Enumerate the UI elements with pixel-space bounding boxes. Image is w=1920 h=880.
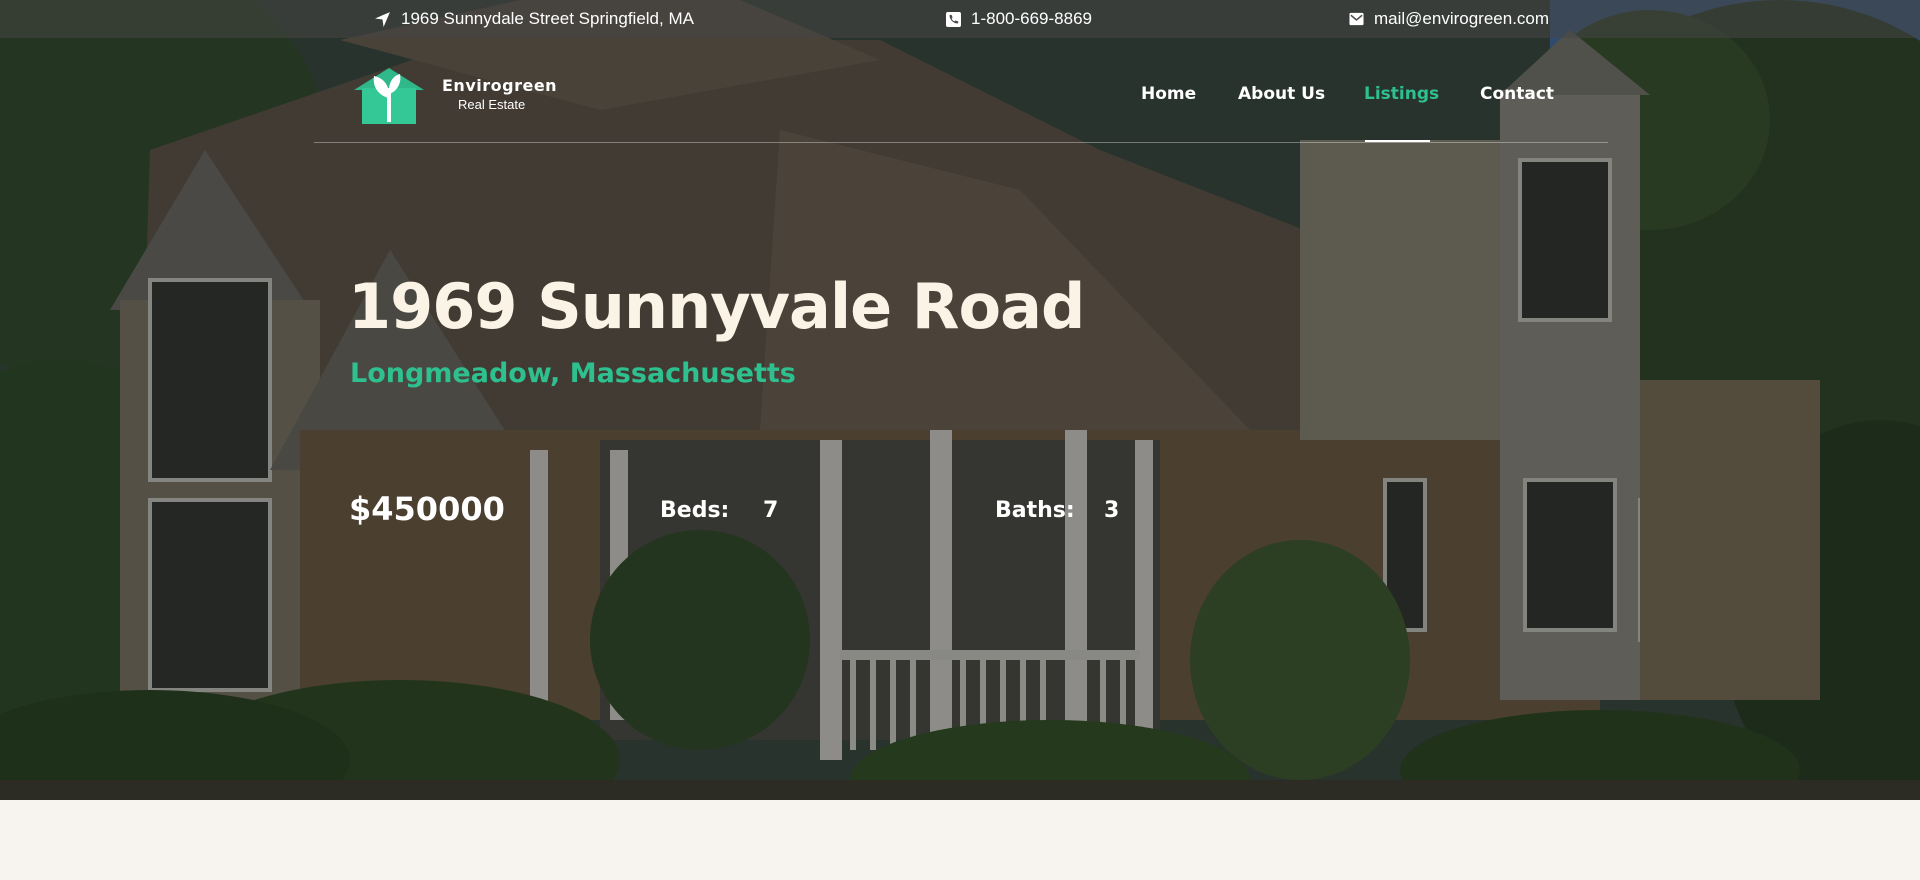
nav-home[interactable]: Home xyxy=(1141,84,1196,104)
main-nav: Home About Us Listings Contact xyxy=(0,84,1920,114)
phone-text[interactable]: 1-800-669-8869 xyxy=(971,9,1092,29)
location-arrow-icon xyxy=(375,11,390,27)
baths-label: Baths: xyxy=(995,498,1075,523)
hero-banner xyxy=(0,0,1920,800)
listing-location: Longmeadow, Massachusetts xyxy=(350,358,796,389)
listing-title: 1969 Sunnyvale Road xyxy=(348,270,1085,343)
address-info: 1969 Sunnydale Street Springfield, MA xyxy=(374,9,694,29)
contact-info-bar: 1969 Sunnydale Street Springfield, MA 1-… xyxy=(0,0,1920,38)
beds-value: 7 xyxy=(763,498,779,523)
phone-icon xyxy=(946,11,961,27)
email-text[interactable]: mail@envirogreen.com xyxy=(1374,9,1549,29)
listing-price: $450000 xyxy=(349,490,505,528)
content-section-start xyxy=(0,800,1920,880)
baths-value: 3 xyxy=(1104,498,1120,523)
address-text: 1969 Sunnydale Street Springfield, MA xyxy=(401,9,694,28)
nav-listings[interactable]: Listings xyxy=(1364,84,1439,104)
beds-label: Beds: xyxy=(660,498,730,523)
envelope-icon xyxy=(1349,12,1364,26)
phone-info[interactable]: 1-800-669-8869 xyxy=(946,9,1092,29)
hero-dark-overlay xyxy=(0,0,1920,800)
nav-about-us[interactable]: About Us xyxy=(1238,84,1325,104)
email-info[interactable]: mail@envirogreen.com xyxy=(1349,9,1549,29)
header-divider xyxy=(314,142,1608,143)
nav-contact[interactable]: Contact xyxy=(1480,84,1554,104)
